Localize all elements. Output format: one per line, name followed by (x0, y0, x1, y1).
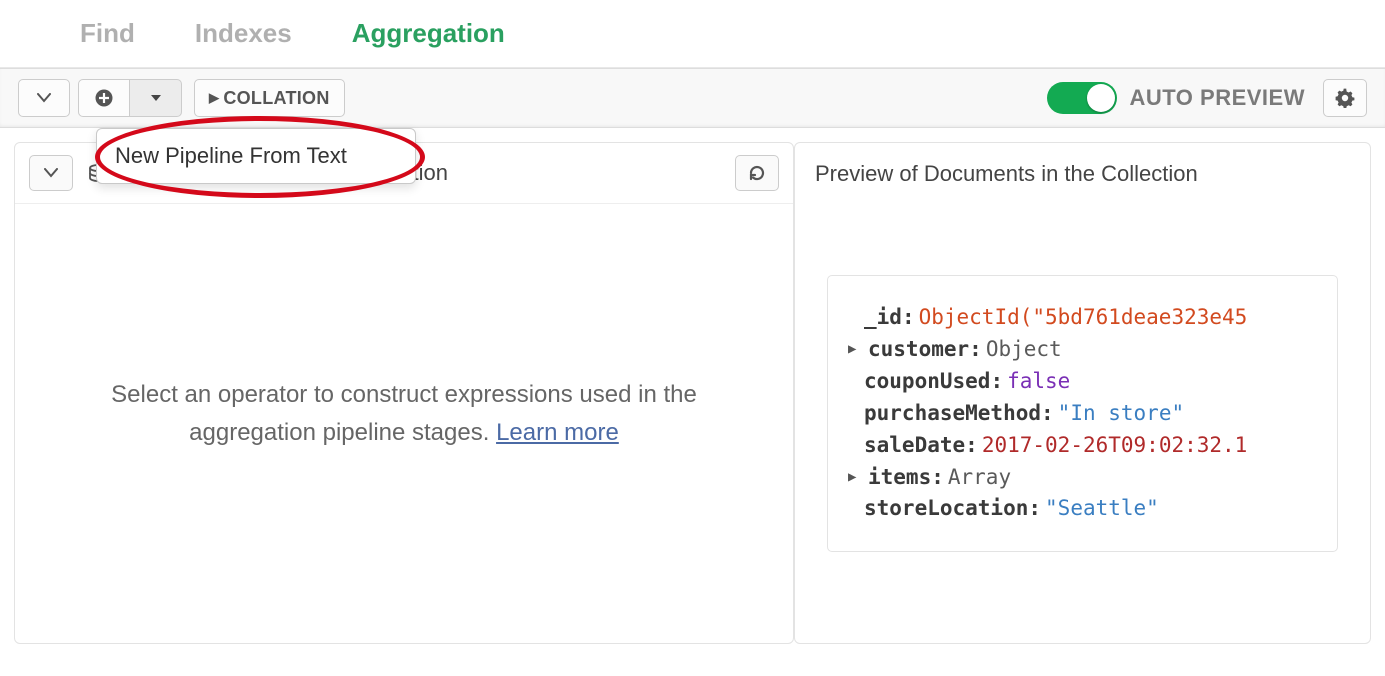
toggle-knob (1087, 84, 1115, 112)
preview-panel: Preview of Documents in the Collection _… (794, 142, 1371, 644)
caret-right-icon: ▶ (209, 90, 219, 106)
plus-circle-icon (94, 88, 114, 108)
auto-preview-toggle[interactable] (1047, 82, 1117, 114)
toolbar-dropdown-button[interactable] (18, 79, 70, 117)
doc-field-storelocation: storeLocation: "Seattle" (848, 493, 1317, 525)
tab-find[interactable]: Find (80, 18, 135, 49)
collation-label: COLLATION (223, 88, 329, 109)
new-pipeline-from-text-item[interactable]: New Pipeline From Text (97, 129, 415, 183)
doc-field-couponused: couponUsed: false (848, 366, 1317, 398)
chevron-down-icon (37, 93, 51, 103)
doc-field-items: ▶ items: Array (848, 462, 1317, 494)
chevron-down-icon (44, 168, 58, 178)
collation-button[interactable]: ▶ COLLATION (194, 79, 345, 117)
pipeline-dropdown-menu: New Pipeline From Text (96, 128, 416, 184)
auto-preview-label: AUTO PREVIEW (1129, 85, 1305, 111)
refresh-icon (747, 163, 767, 183)
refresh-button[interactable] (735, 155, 779, 191)
doc-field-saledate: saleDate: 2017-02-26T09:02:32.1 (848, 430, 1317, 462)
tabs-bar: Find Indexes Aggregation (0, 0, 1385, 68)
add-stage-button[interactable] (78, 79, 130, 117)
caret-right-icon[interactable]: ▶ (848, 339, 864, 360)
content-area: 5000 Documents in the Collection Select … (0, 128, 1385, 658)
stage-expand-button[interactable] (29, 155, 73, 191)
add-stage-button-group (78, 79, 182, 117)
stage-hint: Select an operator to construct expressi… (15, 204, 793, 624)
add-stage-dropdown-button[interactable] (130, 79, 182, 117)
stage-panel: 5000 Documents in the Collection Select … (14, 142, 794, 644)
learn-more-link[interactable]: Learn more (496, 419, 619, 446)
tab-aggregation[interactable]: Aggregation (352, 18, 505, 49)
caret-down-icon (149, 93, 163, 103)
gear-icon (1335, 88, 1355, 108)
tab-indexes[interactable]: Indexes (195, 18, 292, 49)
caret-right-icon[interactable]: ▶ (848, 467, 864, 488)
doc-field-purchasemethod: purchaseMethod: "In store" (848, 398, 1317, 430)
doc-field-id: _id: ObjectId("5bd761deae323e45 (848, 302, 1317, 334)
hint-line1: Select an operator to construct expressi… (111, 381, 697, 408)
preview-title: Preview of Documents in the Collection (795, 143, 1370, 205)
hint-line2: aggregation pipeline stages. (189, 419, 496, 446)
doc-field-customer: ▶ customer: Object (848, 334, 1317, 366)
toolbar: ▶ COLLATION AUTO PREVIEW (0, 68, 1385, 128)
document-card: _id: ObjectId("5bd761deae323e45 ▶ custom… (827, 275, 1338, 552)
settings-button[interactable] (1323, 79, 1367, 117)
